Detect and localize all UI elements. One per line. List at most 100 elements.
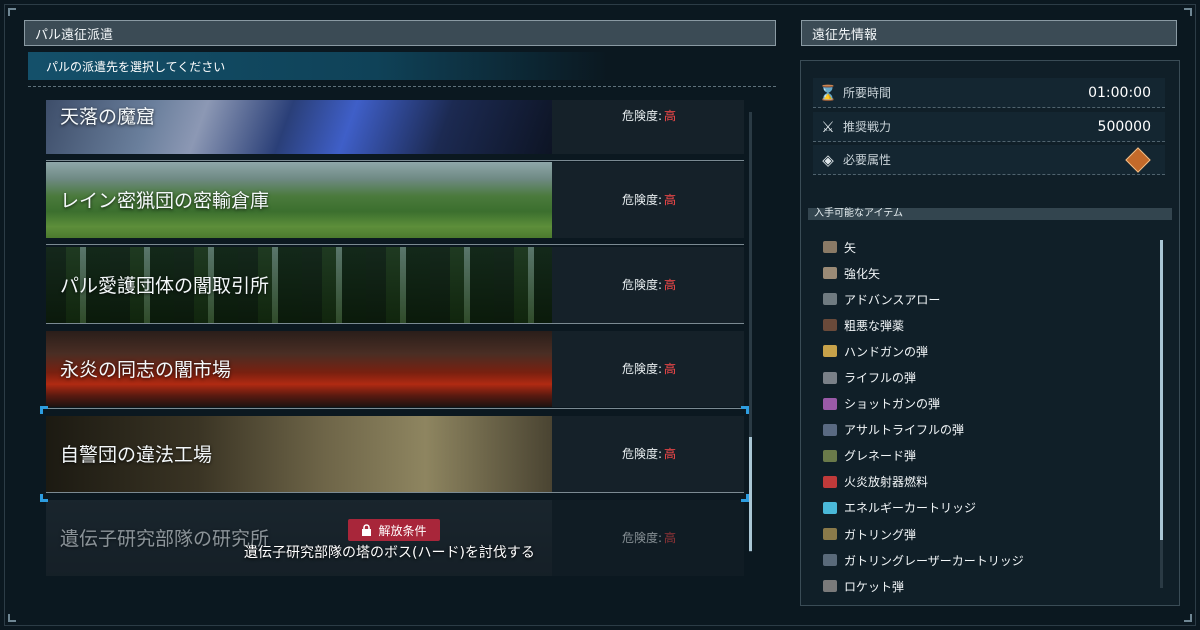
item-icon bbox=[816, 423, 844, 436]
item-row: 火炎放射器燃料 bbox=[816, 469, 1156, 495]
danger-level: 危険度: 高 bbox=[622, 445, 676, 462]
destination-name: レイン密猟団の密輸倉庫 bbox=[60, 190, 270, 212]
item-row: グレネード弾 bbox=[816, 443, 1156, 469]
item-icon bbox=[816, 267, 844, 280]
danger-value: 高 bbox=[664, 278, 677, 292]
item-row: 矢 bbox=[816, 234, 1156, 260]
item-icon bbox=[816, 241, 844, 254]
danger-value: 高 bbox=[664, 531, 677, 545]
destination-scrollbar-thumb[interactable] bbox=[749, 437, 752, 551]
danger-level: 危険度: 高 bbox=[622, 107, 676, 124]
diamond-icon: ◈ bbox=[822, 150, 834, 169]
item-icon bbox=[816, 345, 844, 358]
destination-card-selected[interactable]: 自警団の違法工場 危険度: 高 bbox=[46, 416, 744, 492]
item-icon bbox=[816, 319, 844, 332]
required-time-value: 01:00:00 bbox=[1088, 84, 1151, 101]
select-destination-text: パルの派遣先を選択してください bbox=[46, 59, 226, 74]
expedition-panel-header: パル遠征派遣 bbox=[24, 20, 776, 46]
selection-corner bbox=[40, 406, 48, 414]
hourglass-icon: ⌛ bbox=[818, 83, 838, 102]
item-icon-swatch bbox=[823, 554, 837, 567]
item-icon bbox=[816, 293, 844, 306]
destination-name: 永炎の同志の闇市場 bbox=[60, 359, 232, 381]
recommended-power-label: 推奨戦力 bbox=[843, 120, 892, 134]
divider bbox=[28, 86, 776, 87]
selection-corner bbox=[741, 494, 749, 502]
item-name: 粗悪な弾薬 bbox=[844, 318, 905, 333]
destination-list[interactable]: 天落の魔窟 危険度: 高 レイン密猟団の密輸倉庫 危険度: 高 パル愛護団体の闇取引… bbox=[46, 100, 744, 580]
item-icon-swatch bbox=[823, 580, 837, 593]
danger-label: 危険度: bbox=[622, 531, 663, 545]
ground-element-icon bbox=[1125, 146, 1151, 173]
item-icon-swatch bbox=[823, 267, 837, 280]
select-destination-banner: パルの派遣先を選択してください bbox=[28, 52, 608, 80]
item-icon-swatch bbox=[823, 345, 837, 358]
item-name: ロケット弾 bbox=[844, 579, 905, 594]
item-icon-swatch bbox=[823, 371, 837, 384]
destination-name: 遺伝子研究部隊の研究所 bbox=[60, 528, 270, 550]
danger-level: 危険度: 高 bbox=[622, 191, 676, 208]
destination-card[interactable]: レイン密猟団の密輸倉庫 危険度: 高 bbox=[46, 162, 744, 238]
item-name: ガトリング弾 bbox=[844, 527, 917, 542]
required-element-row: ◈ 必要属性 bbox=[813, 145, 1165, 175]
danger-level: 危険度: 高 bbox=[622, 529, 676, 546]
card-divider bbox=[46, 408, 744, 409]
danger-level: 危険度: 高 bbox=[622, 360, 676, 377]
item-icon bbox=[816, 475, 844, 488]
destination-info-header: 遠征先情報 bbox=[801, 20, 1177, 46]
destination-card[interactable]: 天落の魔窟 危険度: 高 bbox=[46, 100, 744, 154]
selection-corner bbox=[741, 406, 749, 414]
frame-corner bbox=[1184, 614, 1192, 622]
item-name: エネルギーカートリッジ bbox=[844, 501, 977, 516]
item-row: ガトリングレーザーカートリッジ bbox=[816, 547, 1156, 573]
required-element-label: 必要属性 bbox=[843, 153, 892, 167]
unlock-condition-badge: 解放条件 bbox=[348, 519, 440, 541]
item-icon bbox=[816, 501, 844, 514]
item-icon-swatch bbox=[823, 423, 837, 436]
danger-value: 高 bbox=[664, 109, 677, 123]
card-divider bbox=[46, 244, 744, 245]
item-row: ガトリング弾 bbox=[816, 521, 1156, 547]
danger-label: 危険度: bbox=[622, 447, 663, 461]
item-name: 矢 bbox=[844, 240, 857, 255]
item-name: アドバンスアロー bbox=[844, 292, 941, 307]
unlock-condition-label: 解放条件 bbox=[378, 523, 427, 538]
obtainable-items-label: 入手可能なアイテム bbox=[808, 208, 1172, 220]
item-name: ライフルの弾 bbox=[844, 371, 917, 386]
danger-label: 危険度: bbox=[622, 362, 663, 376]
destination-name: パル愛護団体の闇取引所 bbox=[60, 275, 270, 297]
required-time-row: ⌛ 所要時間 01:00:00 bbox=[813, 78, 1165, 108]
unlock-condition-text: 遺伝子研究部隊の塔のボス(ハード)を討伐する bbox=[244, 545, 535, 561]
danger-label: 危険度: bbox=[622, 109, 663, 123]
destination-card[interactable]: 永炎の同志の闇市場 危険度: 高 bbox=[46, 331, 744, 407]
danger-value: 高 bbox=[664, 193, 677, 207]
danger-label: 危険度: bbox=[622, 193, 663, 207]
item-row: エネルギーカートリッジ bbox=[816, 495, 1156, 521]
item-name: アサルトライフルの弾 bbox=[844, 423, 965, 438]
item-row: ハンドガンの弾 bbox=[816, 338, 1156, 364]
danger-value: 高 bbox=[664, 362, 677, 376]
danger-label: 危険度: bbox=[622, 278, 663, 292]
frame-corner bbox=[8, 614, 16, 622]
destination-card[interactable]: パル愛護団体の闇取引所 危険度: 高 bbox=[46, 247, 744, 323]
items-scrollbar-thumb[interactable] bbox=[1160, 240, 1163, 540]
danger-level: 危険度: 高 bbox=[622, 276, 676, 293]
item-name: 火炎放射器燃料 bbox=[844, 475, 929, 490]
item-name: ガトリングレーザーカートリッジ bbox=[844, 553, 1024, 568]
item-icon bbox=[816, 449, 844, 462]
destination-name: 自警団の違法工場 bbox=[60, 444, 213, 466]
item-icon bbox=[816, 397, 844, 410]
item-name: 強化矢 bbox=[844, 266, 881, 281]
item-name: ショットガンの弾 bbox=[844, 397, 941, 412]
card-divider bbox=[46, 323, 744, 324]
item-row: ロケット弾 bbox=[816, 573, 1156, 594]
item-icon-swatch bbox=[823, 449, 837, 462]
item-icon bbox=[816, 580, 844, 593]
item-name: グレネード弾 bbox=[844, 449, 917, 464]
item-icon-swatch bbox=[823, 528, 837, 541]
obtainable-items-list[interactable]: 矢強化矢アドバンスアロー 粗悪な弾薬ハンドガンの弾ライフルの弾ショットガンの弾アサ… bbox=[816, 234, 1156, 594]
destination-info-title: 遠征先情報 bbox=[812, 27, 878, 43]
lock-icon bbox=[362, 524, 372, 536]
item-row: アドバンスアロー bbox=[816, 286, 1156, 312]
item-icon-swatch bbox=[823, 475, 837, 488]
